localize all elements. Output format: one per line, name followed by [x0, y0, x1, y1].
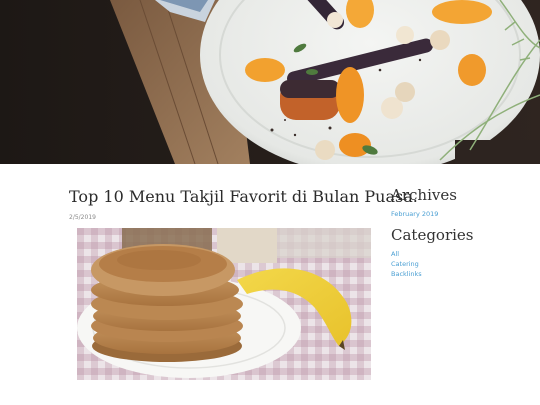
- categories-title: Categories: [391, 226, 474, 244]
- post-image[interactable]: [77, 228, 371, 380]
- category-link-backlinks[interactable]: Backlinks: [391, 269, 474, 279]
- archives-widget: Archives February 2019: [391, 185, 457, 219]
- pancakes-banana-image: [77, 228, 371, 380]
- archives-title: Archives: [391, 186, 457, 204]
- category-list: All Catering Backlinks: [391, 249, 474, 279]
- hero-banner: [0, 0, 540, 164]
- post-date: 2/5/2019: [69, 214, 96, 221]
- post-title[interactable]: Top 10 Menu Takjil Favorit di Bulan Puas…: [69, 186, 418, 208]
- categories-widget: Categories All Catering Backlinks: [391, 225, 474, 279]
- archive-link-february-2019[interactable]: February 2019: [391, 209, 457, 219]
- category-link-catering[interactable]: Catering: [391, 259, 474, 269]
- hero-food-image: [0, 0, 540, 164]
- category-link-all[interactable]: All: [391, 249, 474, 259]
